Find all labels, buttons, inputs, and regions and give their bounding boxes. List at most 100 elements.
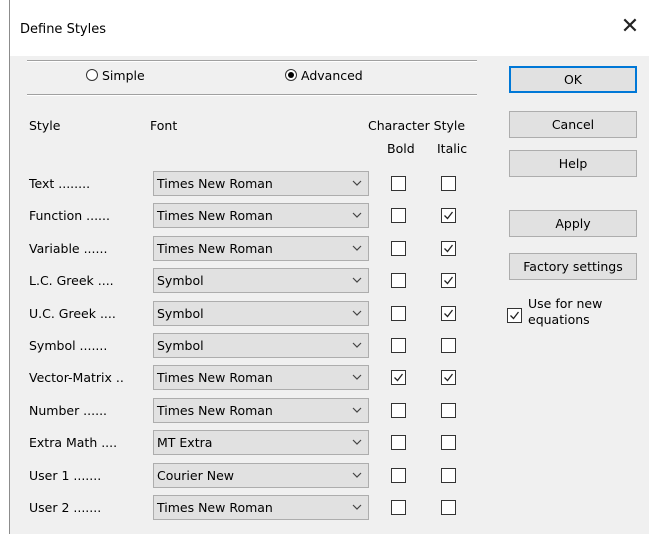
style-row-label: User 1 ....... [29, 467, 102, 483]
bold-checkbox[interactable] [391, 500, 406, 515]
chevron-down-icon[interactable] [352, 176, 362, 186]
style-row-label: L.C. Greek .... [29, 273, 114, 289]
italic-checkbox[interactable] [441, 208, 456, 224]
italic-checkbox[interactable] [441, 370, 456, 386]
italic-checkbox[interactable] [441, 176, 456, 191]
font-select-value: Times New Roman [157, 500, 273, 515]
chevron-down-icon[interactable] [352, 241, 362, 251]
font-select-value: Courier New [157, 467, 234, 483]
checkmark-icon [444, 373, 454, 382]
chevron-down-icon[interactable] [352, 403, 362, 413]
font-select[interactable]: Times New Roman [153, 235, 369, 261]
radio-simple-label: Simple [102, 67, 145, 83]
font-select[interactable]: Times New Roman [153, 365, 369, 391]
font-select[interactable]: Symbol [153, 300, 369, 326]
chevron-down-icon[interactable] [352, 338, 362, 348]
chevron-down-icon[interactable] [352, 500, 362, 510]
bold-checkbox[interactable] [391, 402, 406, 418]
radio-advanced-circle[interactable] [285, 69, 297, 81]
font-select-value: Times New Roman [157, 176, 273, 191]
close-button[interactable]: ✕ [617, 14, 643, 40]
bold-checkbox[interactable] [391, 240, 406, 256]
cancel-button[interactable]: Cancel [509, 111, 637, 138]
bold-checkbox[interactable] [391, 338, 406, 353]
style-row-label: User 2 ....... [29, 500, 102, 515]
header-style: Style [29, 118, 61, 133]
chevron-down-icon[interactable] [352, 208, 362, 219]
factory-settings-button[interactable]: Factory settings [509, 253, 637, 280]
header-bold: Bold [387, 141, 415, 156]
radio-advanced[interactable]: Advanced [285, 66, 363, 84]
font-select-value: Symbol [157, 273, 204, 289]
font-select-value: Times New Roman [157, 240, 273, 256]
chevron-down-icon [352, 212, 362, 219]
bold-checkbox[interactable] [391, 370, 406, 386]
define-styles-dialog: Define Styles ✕ Simple Advanced Style Fo… [9, 0, 649, 534]
separator-top [27, 60, 477, 62]
italic-checkbox[interactable] [441, 500, 456, 515]
font-select-value: Times New Roman [157, 208, 273, 224]
font-select[interactable]: Times New Roman [153, 495, 369, 520]
font-select[interactable]: Times New Roman [153, 171, 369, 196]
chevron-down-icon [352, 439, 362, 446]
radio-simple[interactable]: Simple [86, 66, 145, 84]
chevron-down-icon[interactable] [352, 306, 362, 316]
title-bar: Define Styles ✕ [10, 0, 649, 56]
chevron-down-icon[interactable] [352, 468, 362, 478]
apply-button[interactable]: Apply [509, 210, 637, 237]
style-row-label: Symbol ....... [29, 338, 108, 353]
style-row-label: Extra Math .... [29, 435, 118, 451]
italic-checkbox[interactable] [441, 240, 456, 256]
use-for-new-equations-label: Use for new equations [528, 296, 603, 327]
header-font: Font [150, 118, 178, 133]
font-select[interactable]: Times New Roman [153, 397, 369, 423]
bold-checkbox[interactable] [391, 435, 406, 451]
font-select[interactable]: Symbol [153, 268, 369, 294]
style-row-label: Vector-Matrix .. [29, 370, 124, 386]
header-italic: Italic [437, 141, 468, 156]
checkmark-icon [510, 311, 520, 320]
font-select-value: Symbol [157, 305, 204, 321]
checkmark-icon [444, 309, 454, 318]
bold-checkbox[interactable] [391, 467, 406, 483]
font-select-value: Symbol [157, 338, 204, 353]
chevron-down-icon [352, 342, 362, 348]
italic-checkbox[interactable] [441, 338, 456, 353]
style-row-label: Text ........ [29, 176, 91, 191]
font-select[interactable]: Courier New [153, 462, 369, 488]
help-button[interactable]: Help [509, 150, 637, 177]
font-select[interactable]: Times New Roman [153, 203, 369, 229]
chevron-down-icon [352, 407, 362, 413]
ok-button[interactable]: OK [509, 66, 637, 93]
chevron-down-icon [352, 472, 362, 478]
chevron-down-icon[interactable] [352, 273, 362, 284]
checkmark-icon [394, 373, 404, 382]
chevron-down-icon [352, 504, 362, 510]
use-for-new-equations-checkbox[interactable] [507, 308, 522, 323]
window-title: Define Styles [20, 22, 106, 37]
bold-checkbox[interactable] [391, 273, 406, 289]
chevron-down-icon[interactable] [352, 370, 362, 381]
separator-bottom [27, 94, 477, 96]
chevron-down-icon [352, 245, 362, 251]
italic-checkbox[interactable] [441, 305, 456, 321]
style-row-label: U.C. Greek .... [29, 305, 116, 321]
italic-checkbox[interactable] [441, 467, 456, 483]
radio-advanced-label: Advanced [301, 67, 363, 83]
italic-checkbox[interactable] [441, 435, 456, 451]
style-row-label: Number ...... [29, 402, 108, 418]
italic-checkbox[interactable] [441, 273, 456, 289]
style-row-label: Variable ...... [29, 240, 108, 256]
font-select-value: Times New Roman [157, 402, 273, 418]
font-select[interactable]: Symbol [153, 333, 369, 358]
chevron-down-icon[interactable] [352, 435, 362, 446]
bold-checkbox[interactable] [391, 305, 406, 321]
bold-checkbox[interactable] [391, 176, 406, 191]
font-select-value: Times New Roman [157, 370, 273, 386]
font-select[interactable]: MT Extra [153, 430, 369, 456]
radio-simple-circle[interactable] [86, 69, 98, 81]
chevron-down-icon [352, 374, 362, 381]
header-character-style: Character Style [368, 118, 466, 133]
italic-checkbox[interactable] [441, 402, 456, 418]
bold-checkbox[interactable] [391, 208, 406, 224]
